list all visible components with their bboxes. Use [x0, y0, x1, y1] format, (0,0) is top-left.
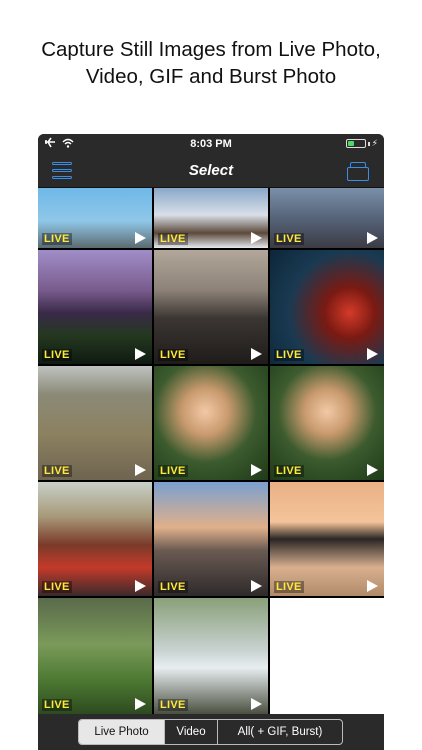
- nav-title: Select: [188, 162, 234, 179]
- live-badge: LIVE: [158, 349, 188, 361]
- photo-thumbnail[interactable]: LIVE: [270, 188, 384, 248]
- photo-grid: LIVE LIVE LIVE LIVE LIVE LIVE LIVE LIVE LIVE LIVE…: [38, 188, 384, 714]
- photo-thumbnail[interactable]: LIVE: [38, 188, 152, 248]
- photo-thumbnail[interactable]: LIVE: [38, 366, 152, 480]
- bottom-toolbar: Live Photo Video All( + GIF, Burst): [38, 714, 384, 750]
- photo-thumbnail[interactable]: LIVE: [154, 366, 268, 480]
- photo-thumbnail[interactable]: LIVE: [270, 250, 384, 364]
- live-badge: LIVE: [42, 581, 72, 593]
- photo-thumbnail[interactable]: LIVE: [154, 188, 268, 248]
- play-icon: [251, 698, 262, 710]
- photo-thumbnail[interactable]: LIVE: [154, 250, 268, 364]
- photo-thumbnail[interactable]: LIVE: [154, 482, 268, 596]
- live-badge: LIVE: [42, 233, 72, 245]
- play-icon: [135, 580, 146, 592]
- play-icon: [135, 232, 146, 244]
- battery-tip: [367, 141, 370, 146]
- live-badge: LIVE: [158, 233, 188, 245]
- live-badge: LIVE: [158, 699, 188, 711]
- live-badge: LIVE: [274, 465, 304, 477]
- segment-video[interactable]: Video: [165, 720, 218, 744]
- live-badge: LIVE: [42, 699, 72, 711]
- play-icon: [135, 348, 146, 360]
- play-icon: [251, 464, 262, 476]
- play-icon: [251, 232, 262, 244]
- live-badge: LIVE: [158, 465, 188, 477]
- live-badge: LIVE: [42, 465, 72, 477]
- play-icon: [367, 580, 378, 592]
- play-icon: [251, 580, 262, 592]
- play-icon: [251, 348, 262, 360]
- headline: Capture Still Images from Live Photo, Vi…: [0, 36, 422, 90]
- live-badge: LIVE: [274, 581, 304, 593]
- albums-icon[interactable]: [347, 162, 369, 181]
- play-icon: [367, 464, 378, 476]
- app-screenshot: Capture Still Images from Live Photo, Vi…: [0, 0, 422, 750]
- battery-icon: [345, 139, 366, 148]
- live-badge: LIVE: [158, 581, 188, 593]
- phone-screen: 8:03 PM ⚡ Select LIVE LIVE LIVE LIVE LIVE LIV…: [38, 134, 384, 750]
- charging-icon: ⚡: [371, 138, 378, 148]
- live-badge: LIVE: [274, 349, 304, 361]
- segment-live-photo[interactable]: Live Photo: [79, 720, 165, 744]
- play-icon: [135, 464, 146, 476]
- navigation-bar: Select: [38, 154, 384, 188]
- status-time: 8:03 PM: [190, 138, 232, 150]
- live-badge: LIVE: [274, 233, 304, 245]
- photo-thumbnail[interactable]: LIVE: [270, 482, 384, 596]
- photo-thumbnail: [270, 598, 384, 714]
- photo-thumbnail[interactable]: LIVE: [38, 250, 152, 364]
- photo-thumbnail[interactable]: LIVE: [38, 482, 152, 596]
- photo-thumbnail[interactable]: LIVE: [154, 598, 268, 714]
- photo-thumbnail[interactable]: LIVE: [270, 366, 384, 480]
- headline-line-1: Capture Still Images from Live Photo,: [41, 38, 381, 61]
- media-type-segmented-control: Live Photo Video All( + GIF, Burst): [78, 719, 343, 745]
- photo-thumbnail[interactable]: LIVE: [38, 598, 152, 714]
- play-icon: [135, 698, 146, 710]
- segment-all[interactable]: All( + GIF, Burst): [218, 720, 342, 744]
- status-bar: 8:03 PM ⚡: [38, 134, 384, 154]
- headline-line-2: Video, GIF and Burst Photo: [85, 65, 337, 88]
- play-icon: [367, 232, 378, 244]
- live-badge: LIVE: [42, 349, 72, 361]
- play-icon: [367, 348, 378, 360]
